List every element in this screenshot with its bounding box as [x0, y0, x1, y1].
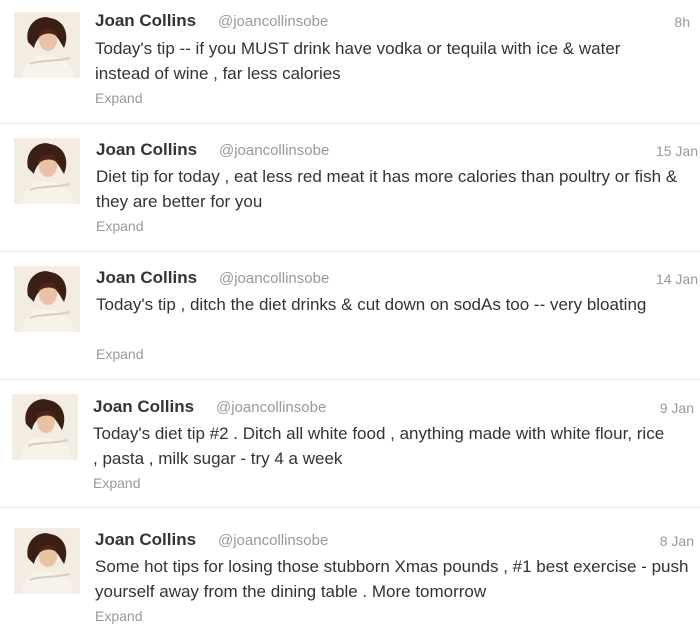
author-handle[interactable]: @joancollinsobe — [218, 13, 328, 30]
tweet-item[interactable]: Joan Collins @joancollinsobe 14 Jan Toda… — [0, 252, 700, 380]
tweet-timestamp[interactable]: 8 Jan — [660, 533, 694, 549]
author-name[interactable]: Joan Collins — [95, 530, 196, 550]
tweet-item[interactable]: Joan Collins @joancollinsobe 15 Jan Diet… — [0, 124, 700, 252]
tweet-item[interactable]: Joan Collins @joancollinsobe 8h Today's … — [0, 0, 700, 124]
tweet-text: Diet tip for today , eat less red meat i… — [96, 167, 678, 211]
tweet-text: Today's diet tip #2 . Ditch all white fo… — [93, 424, 665, 468]
tweet-timestamp[interactable]: 14 Jan — [656, 271, 698, 287]
tweet-text: Today's tip -- if you MUST drink have vo… — [95, 39, 621, 83]
avatar[interactable] — [14, 138, 80, 204]
expand-link[interactable]: Expand — [93, 475, 140, 491]
expand-link[interactable]: Expand — [96, 346, 143, 362]
expand-link[interactable]: Expand — [95, 90, 142, 106]
tweet-timestamp[interactable]: 9 Jan — [660, 400, 694, 416]
author-handle[interactable]: @joancollinsobe — [219, 270, 329, 287]
tweet-timeline: Joan Collins @joancollinsobe 8h Today's … — [0, 0, 700, 624]
tweet-timestamp[interactable]: 15 Jan — [656, 143, 698, 159]
tweet-text: Some hot tips for losing those stubborn … — [95, 557, 689, 601]
author-handle[interactable]: @joancollinsobe — [219, 142, 329, 159]
tweet-timestamp[interactable]: 8h — [674, 14, 690, 30]
profile-photo-icon — [12, 394, 78, 460]
author-name[interactable]: Joan Collins — [96, 140, 197, 160]
author-name[interactable]: Joan Collins — [93, 397, 194, 417]
profile-photo-icon — [14, 12, 80, 78]
avatar[interactable] — [14, 12, 80, 78]
tweet-text: Today's tip , ditch the diet drinks & cu… — [96, 295, 647, 314]
tweet-item[interactable]: Joan Collins @joancollinsobe 8 Jan Some … — [0, 508, 700, 624]
author-handle[interactable]: @joancollinsobe — [218, 532, 328, 549]
author-handle[interactable]: @joancollinsobe — [216, 399, 326, 416]
author-name[interactable]: Joan Collins — [96, 268, 197, 288]
profile-photo-icon — [14, 266, 80, 332]
tweet-item[interactable]: Joan Collins @joancollinsobe 9 Jan Today… — [0, 380, 700, 508]
profile-photo-icon — [14, 528, 80, 594]
avatar[interactable] — [14, 528, 80, 594]
author-name[interactable]: Joan Collins — [95, 11, 196, 31]
profile-photo-icon — [14, 138, 80, 204]
expand-link[interactable]: Expand — [95, 608, 142, 624]
expand-link[interactable]: Expand — [96, 218, 143, 234]
avatar[interactable] — [12, 394, 78, 460]
avatar[interactable] — [14, 266, 80, 332]
